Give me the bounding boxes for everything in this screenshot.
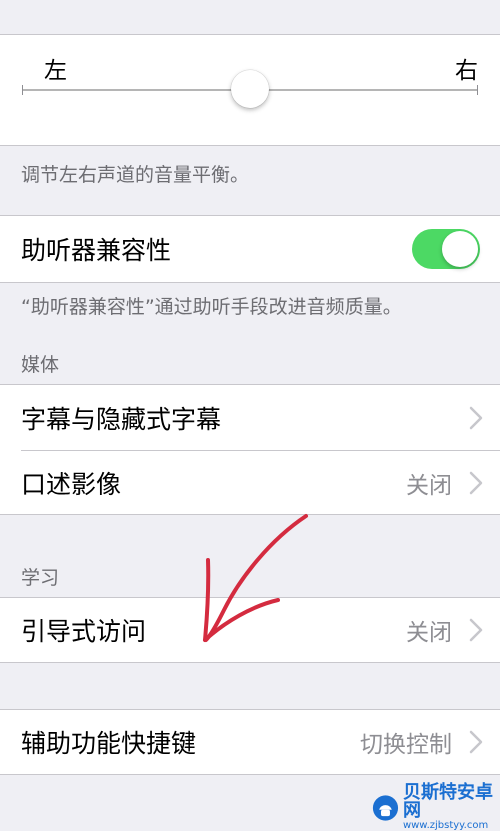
balance-left-label: 左 [44,58,67,84]
chevron-right-icon [469,730,483,754]
watermark-text: 贝斯特安卓网 [402,782,493,821]
guided-access-row[interactable]: 引导式访问 关闭 [0,598,500,662]
balance-slider-thumb[interactable] [231,70,269,108]
balance-footnote: 调节左右声道的音量平衡。 [21,164,250,186]
hearing-aid-footnote: “助听器兼容性”通过助听手段改进音频质量。 [21,296,402,318]
learning-section-header: 学习 [21,567,60,589]
balance-slider-track[interactable] [22,70,478,108]
hearing-aid-row: 助听器兼容性 [0,217,500,281]
watermark-logo-icon [372,794,399,821]
chevron-right-icon [469,406,483,430]
guided-access-value: 关闭 [406,620,452,646]
chevron-right-icon [469,471,483,495]
audio-description-row[interactable]: 口述影像 关闭 [0,451,500,515]
slider-tick-left [22,85,23,95]
balance-group: 左 右 [0,34,500,146]
audio-description-label: 口述影像 [21,470,122,499]
toggle-knob [442,231,478,267]
guided-access-label: 引导式访问 [21,617,147,646]
captions-label: 字幕与隐藏式字幕 [21,405,222,434]
hearing-aid-toggle[interactable] [412,229,480,269]
accessibility-shortcut-label: 辅助功能快捷键 [21,729,197,758]
accessibility-shortcut-row[interactable]: 辅助功能快捷键 切换控制 [0,710,500,774]
media-group: 字幕与隐藏式字幕 口述影像 关闭 [0,384,500,515]
accessibility-shortcut-value: 切换控制 [360,732,452,758]
learning-group: 引导式访问 关闭 [0,597,500,663]
chevron-right-icon [469,618,483,642]
balance-right-label: 右 [455,58,478,84]
hearing-aid-label: 助听器兼容性 [21,236,172,265]
slider-tick-right [477,85,478,95]
shortcut-group: 辅助功能快捷键 切换控制 [0,709,500,775]
hearing-aid-group: 助听器兼容性 [0,215,500,283]
captions-row[interactable]: 字幕与隐藏式字幕 [0,386,500,450]
watermark-url: www.zjbstyy.com [402,820,489,831]
audio-description-value: 关闭 [406,473,452,499]
media-section-header: 媒体 [21,354,60,376]
watermark: 贝斯特安卓网 www.zjbstyy.com [372,784,500,831]
